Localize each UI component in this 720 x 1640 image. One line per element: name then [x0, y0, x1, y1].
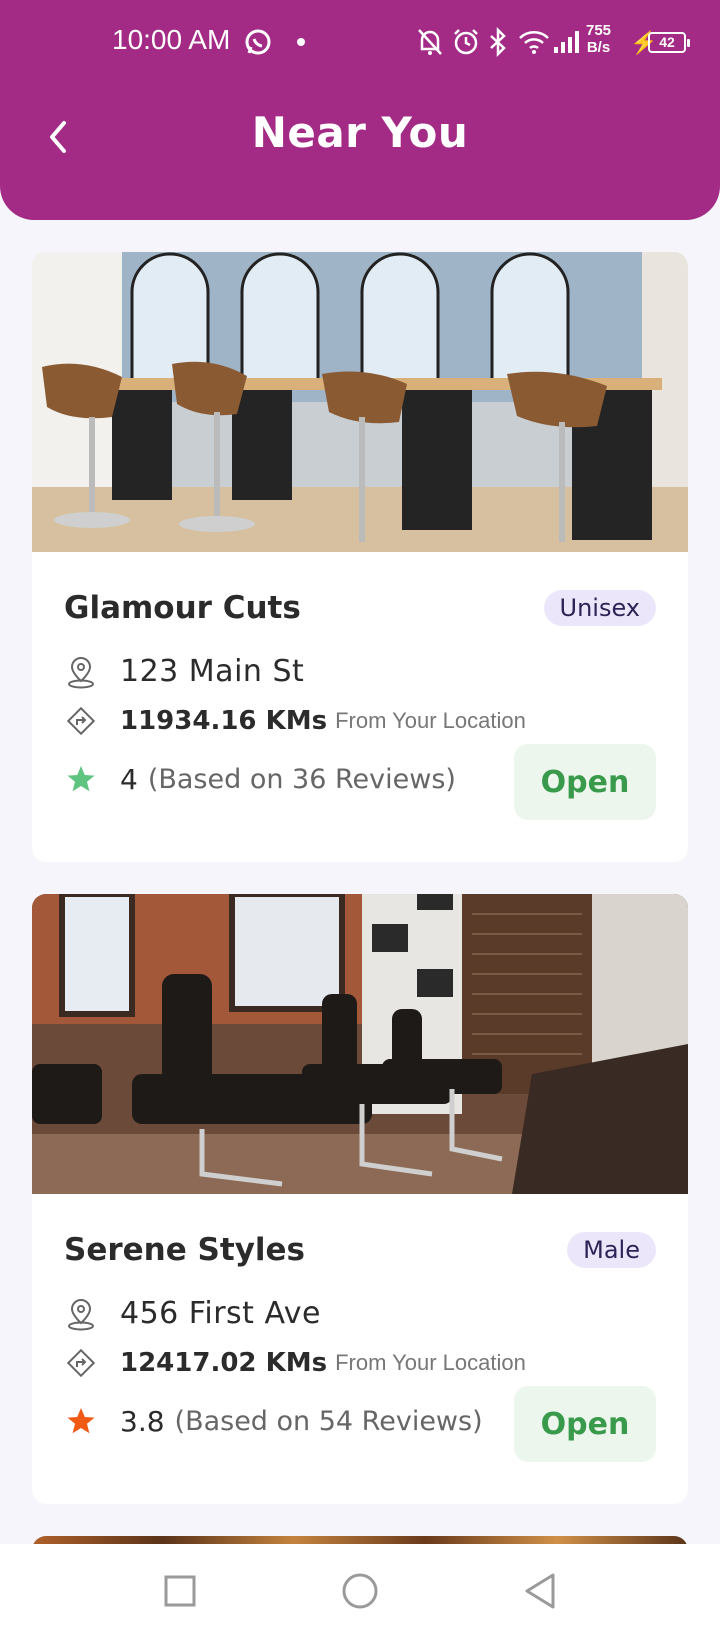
salon-distance: 11934.16 KMs	[120, 706, 328, 736]
recent-apps-button[interactable]	[150, 1566, 210, 1616]
battery-icon: 42	[648, 32, 690, 53]
salon-name: Glamour Cuts	[64, 590, 301, 626]
reviews-count: (Based on 36 Reviews)	[147, 763, 456, 795]
system-nav-bar	[0, 1544, 720, 1640]
salon-address: 456 First Ave	[120, 1296, 321, 1331]
triangle-back-icon	[525, 1573, 555, 1609]
salon-address: 123 Main St	[120, 654, 305, 689]
back-nav-button[interactable]	[510, 1566, 570, 1616]
salon-rating: 4	[120, 762, 138, 796]
reviews-count: (Based on 54 Reviews)	[174, 1405, 483, 1437]
net-speed-unit: B/s	[586, 39, 611, 56]
category-badge: Male	[567, 1232, 656, 1268]
salon-card[interactable]: Serene Styles Male 456 First Ave 12417.0…	[32, 894, 688, 1504]
alarm-icon	[452, 22, 480, 62]
location-pin-icon	[64, 655, 98, 689]
page-title: Near You	[251, 108, 469, 157]
distance-suffix: From Your Location	[335, 708, 526, 733]
address-row: 456 First Ave	[64, 1296, 321, 1331]
star-icon	[64, 762, 98, 796]
salon-photo	[32, 252, 688, 552]
category-badge: Unisex	[543, 590, 656, 626]
address-row: 123 Main St	[64, 654, 304, 689]
battery-level: 42	[659, 34, 675, 50]
location-pin-icon	[64, 1297, 98, 1331]
mute-notification-icon	[416, 22, 444, 62]
status-bar: 10:00 AM 755 B/s ⚡ 42	[0, 22, 720, 62]
dot-icon	[296, 22, 306, 62]
salon-list: Glamour Cuts Unisex 123 Main St 11934.16…	[32, 252, 688, 1536]
star-icon	[64, 1404, 98, 1438]
salon-card[interactable]: Glamour Cuts Unisex 123 Main St 11934.16…	[32, 252, 688, 862]
directions-icon	[64, 1346, 98, 1380]
status-time: 10:00 AM	[112, 24, 231, 55]
rating-row: 4 (Based on 36 Reviews)	[64, 762, 456, 796]
distance-row: 12417.02 KMs From Your Location	[64, 1346, 526, 1380]
net-speed: 755 B/s	[586, 22, 611, 56]
salon-distance: 12417.02 KMs	[120, 1348, 328, 1378]
distance-row: 11934.16 KMs From Your Location	[64, 704, 526, 738]
whatsapp-icon	[242, 22, 274, 62]
salon-name: Serene Styles	[64, 1232, 306, 1268]
net-speed-value: 755	[586, 22, 612, 39]
distance-suffix: From Your Location	[335, 1350, 526, 1375]
salon-photo	[32, 894, 688, 1194]
open-status-button[interactable]: Open	[514, 1386, 656, 1462]
home-button[interactable]	[330, 1566, 390, 1616]
salon-info: Serene Styles Male 456 First Ave 12417.0…	[32, 1194, 688, 1504]
bluetooth-icon	[488, 22, 508, 62]
circle-icon	[342, 1573, 378, 1609]
salon-rating: 3.8	[120, 1404, 165, 1438]
square-icon	[164, 1575, 196, 1607]
wifi-icon	[518, 22, 550, 62]
salon-info: Glamour Cuts Unisex 123 Main St 11934.16…	[32, 552, 688, 862]
app-bar: 10:00 AM 755 B/s ⚡ 42 Near You	[0, 0, 720, 220]
signal-icon	[552, 22, 582, 62]
open-status-button[interactable]: Open	[514, 744, 656, 820]
directions-icon	[64, 704, 98, 738]
rating-row: 3.8 (Based on 54 Reviews)	[64, 1404, 483, 1438]
